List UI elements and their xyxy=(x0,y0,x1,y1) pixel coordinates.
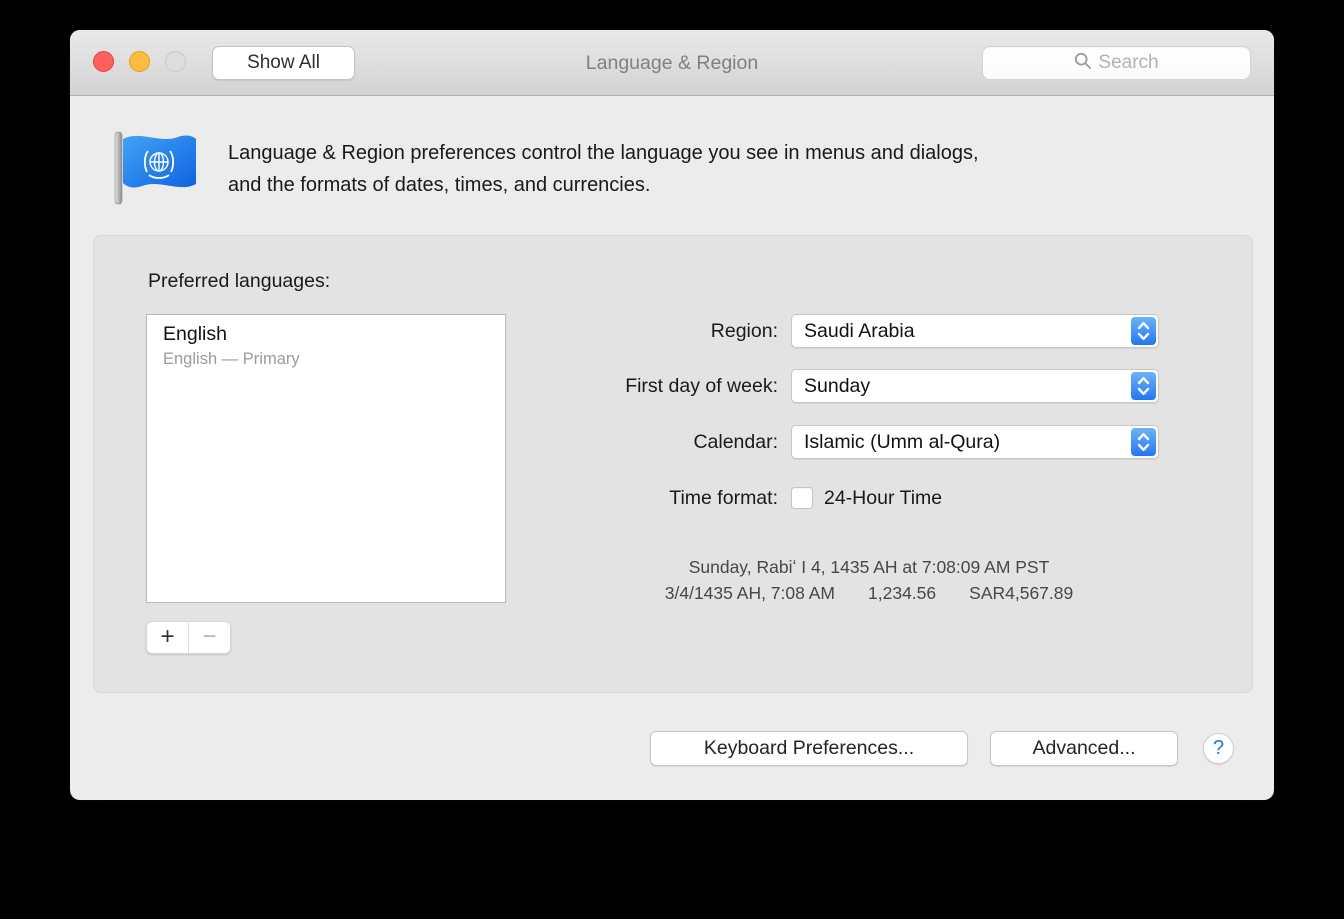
add-remove-group: + − xyxy=(146,621,231,654)
help-button[interactable]: ? xyxy=(1203,733,1234,764)
format-preview: Sunday, Rabiʻ I 4, 1435 AH at 7:08:09 AM… xyxy=(544,554,1194,606)
24-hour-checkbox[interactable] xyxy=(791,487,813,509)
stepper-chevrons-icon xyxy=(1131,317,1156,345)
language-detail: English — Primary xyxy=(163,350,505,369)
language-region-window: Language & Region Show All Search xyxy=(70,30,1274,800)
time-format-label: Time format: xyxy=(478,481,778,515)
un-flag-icon xyxy=(110,126,200,211)
advanced-button[interactable]: Advanced... xyxy=(990,731,1178,766)
description-line2: and the formats of dates, times, and cur… xyxy=(228,169,979,201)
stepper-chevrons-icon xyxy=(1131,372,1156,400)
preview-line2: 3/4/1435 AH, 7:08 AM 1,234.56 SAR4,567.8… xyxy=(544,580,1194,606)
region-value: Saudi Arabia xyxy=(804,320,915,342)
show-all-button[interactable]: Show All xyxy=(212,46,355,80)
preview-line1: Sunday, Rabiʻ I 4, 1435 AH at 7:08:09 AM… xyxy=(544,554,1194,580)
first-day-dropdown[interactable]: Sunday xyxy=(791,369,1159,403)
preview-currency: SAR4,567.89 xyxy=(969,580,1073,606)
description-line1: Language & Region preferences control th… xyxy=(228,137,979,169)
search-placeholder: Search xyxy=(1098,52,1158,74)
24-hour-checkbox-label[interactable]: 24-Hour Time xyxy=(824,486,942,510)
calendar-dropdown[interactable]: Islamic (Umm al-Qura) xyxy=(791,425,1159,459)
first-day-label: First day of week: xyxy=(478,369,778,403)
preview-short-datetime: 3/4/1435 AH, 7:08 AM xyxy=(665,580,835,606)
calendar-label: Calendar: xyxy=(478,425,778,459)
preferred-languages-label: Preferred languages: xyxy=(148,270,330,293)
preferred-languages-list[interactable]: English English — Primary xyxy=(146,314,506,603)
search-icon xyxy=(1074,52,1092,75)
language-name: English xyxy=(163,323,505,346)
first-day-value: Sunday xyxy=(804,375,870,397)
calendar-value: Islamic (Umm al-Qura) xyxy=(804,431,1000,453)
keyboard-preferences-button[interactable]: Keyboard Preferences... xyxy=(650,731,968,766)
search-input[interactable]: Search xyxy=(982,46,1251,80)
region-label: Region: xyxy=(478,314,778,348)
region-dropdown[interactable]: Saudi Arabia xyxy=(791,314,1159,348)
stepper-chevrons-icon xyxy=(1131,428,1156,456)
list-item[interactable]: English English — Primary xyxy=(147,315,505,369)
title-bar[interactable]: Language & Region Show All Search xyxy=(70,30,1274,96)
panel-description: Language & Region preferences control th… xyxy=(228,137,979,201)
remove-language-button[interactable]: − xyxy=(189,622,230,653)
add-language-button[interactable]: + xyxy=(147,622,189,653)
preview-number: 1,234.56 xyxy=(868,580,936,606)
settings-panel: Preferred languages: English English — P… xyxy=(93,235,1253,693)
